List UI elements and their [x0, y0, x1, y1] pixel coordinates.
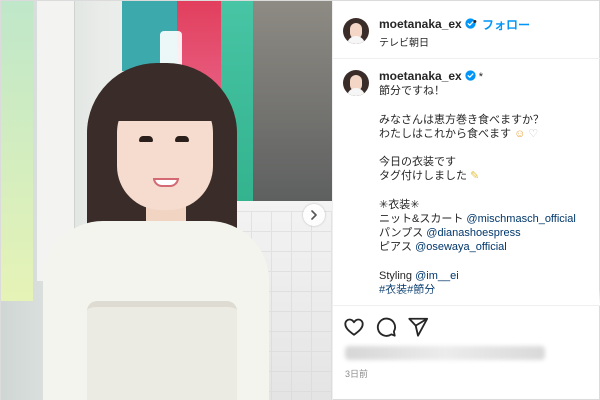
caption-line-text: ピアス	[379, 241, 416, 254]
post-header: moetanaka_ex • フォロー テレビ朝日	[333, 1, 600, 59]
caption-text: moetanaka_ex * 節分ですね！ みなさんは恵方巻き食べますか？ わた…	[379, 69, 594, 297]
caption-fade	[333, 289, 600, 305]
verified-badge-icon	[465, 70, 476, 81]
smile-emoji-icon: ☺	[514, 127, 526, 140]
mention-link[interactable]: @mischmasch_official	[466, 213, 575, 225]
caption-line: 節分ですね！	[379, 85, 445, 98]
post-timestamp: 3日前	[345, 369, 369, 379]
caption-line: ピアス @osewaya_official	[379, 240, 594, 254]
caption-line: みなさんは恵方巻き食べますか？	[379, 113, 544, 126]
heart-emoji-icon: ♡	[528, 127, 539, 140]
caption-line: ニット&スカート @mischmasch_official	[379, 212, 594, 226]
instagram-post-embed: moetanaka_ex • フォロー テレビ朝日 moetanaka_ex *…	[0, 0, 600, 400]
follow-button[interactable]: フォロー	[482, 16, 530, 33]
paper-plane-icon	[408, 317, 429, 337]
tag-emoji-icon: ✎	[470, 170, 480, 183]
caption-line: わたしはこれから食べます ☺ ♡	[379, 127, 594, 141]
caption-line-text: パンプス	[379, 227, 427, 240]
caption-line-text: わたしはこれから食べます	[379, 127, 511, 140]
caption-username-line: moetanaka_ex *	[379, 69, 594, 84]
caption-avatar[interactable]	[343, 70, 369, 96]
share-button[interactable]	[407, 316, 429, 338]
caption-line: 今日の衣装です	[379, 156, 456, 169]
comment-button[interactable]	[375, 316, 397, 338]
post-side-panel: moetanaka_ex • フォロー テレビ朝日 moetanaka_ex *…	[332, 1, 600, 400]
mention-link[interactable]: @dianashoespress	[426, 227, 520, 239]
header-subtitle: テレビ朝日	[379, 38, 429, 49]
caption-line-text: タグ付けしました	[379, 170, 467, 183]
carousel-next-button[interactable]	[303, 204, 325, 226]
username-text[interactable]: moetanaka_ex	[379, 17, 462, 31]
caption-line-text: Styling	[379, 269, 416, 282]
person-eye-right	[175, 136, 189, 142]
avatar[interactable]	[343, 18, 369, 44]
mention-link[interactable]: @im__ei	[415, 270, 459, 282]
comment-icon	[376, 317, 396, 337]
post-photo[interactable]	[1, 1, 332, 400]
mention-link[interactable]: @osewaya_official	[415, 241, 507, 253]
background-window	[253, 1, 332, 201]
person-eye-left	[139, 136, 153, 142]
caption-star: *	[478, 71, 484, 83]
background-pillar	[1, 1, 33, 301]
like-button[interactable]	[343, 316, 365, 338]
chevron-right-icon	[311, 210, 317, 220]
caption-line: Styling @im__ei	[379, 269, 594, 283]
caption-line: ✳衣装✳	[379, 198, 420, 211]
heart-icon	[344, 318, 364, 336]
header-username[interactable]: moetanaka_ex	[379, 17, 476, 31]
caption-line: タグ付けしました ✎	[379, 169, 594, 183]
caption-area: moetanaka_ex * 節分ですね！ みなさんは恵方巻き食べますか？ わた…	[333, 59, 600, 305]
caption-line-text: ニット&スカート	[379, 212, 467, 225]
likes-count-blurred	[345, 346, 545, 360]
caption-line: パンプス @dianashoespress	[379, 226, 594, 240]
caption-username[interactable]: moetanaka_ex	[379, 69, 462, 83]
person-ruffle-skirt	[87, 301, 237, 400]
post-actions: 3日前	[333, 305, 600, 400]
separator-dot: •	[473, 16, 477, 28]
